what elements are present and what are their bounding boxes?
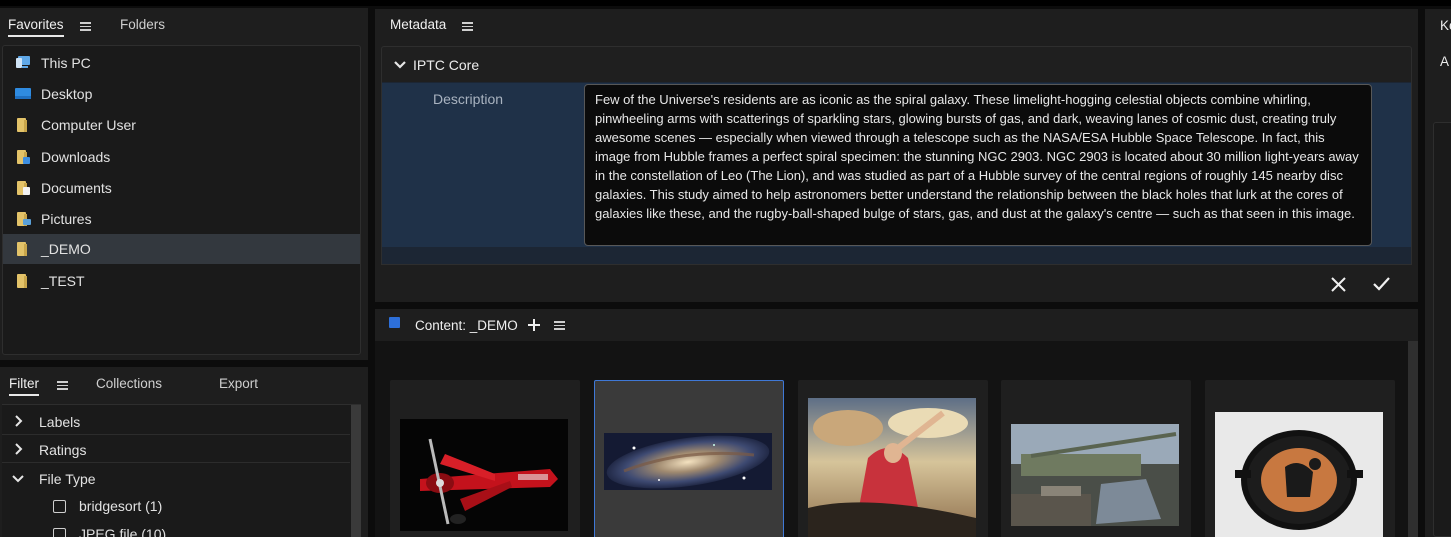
painting-image — [808, 398, 976, 537]
downloads-folder-icon — [15, 149, 31, 164]
chevron-right-icon — [15, 415, 23, 427]
favorite-item-computer-user[interactable]: Computer User — [3, 110, 360, 140]
filter-checkbox-jpeg[interactable] — [53, 528, 66, 537]
description-label: Description — [433, 91, 504, 107]
filter-scrollbar[interactable] — [351, 405, 361, 537]
tab-collections[interactable]: Collections — [96, 376, 162, 391]
favorite-item-desktop[interactable]: Desktop — [3, 79, 360, 109]
thumbnail-airplane[interactable] — [390, 380, 580, 537]
filter-group-label: Ratings — [39, 442, 87, 458]
filter-group-ratings[interactable]: Ratings — [2, 435, 350, 463]
content-scrollbar[interactable] — [1408, 341, 1418, 537]
thumbnail-scrapyard[interactable] — [1001, 380, 1191, 537]
favorite-item-label: This PC — [41, 55, 91, 71]
right-panel-row-label: A — [1440, 54, 1450, 69]
content-color-swatch — [389, 317, 400, 328]
filter-group-labels[interactable]: Labels — [2, 407, 350, 435]
favorite-item-documents[interactable]: Documents — [3, 173, 360, 203]
favorite-item-downloads[interactable]: Downloads — [3, 142, 360, 172]
filter-checkbox-bridgesort[interactable] — [53, 500, 66, 513]
content-title: Content: _DEMO — [415, 318, 518, 333]
favorite-item-label: Downloads — [41, 149, 111, 165]
pictures-folder-icon — [15, 211, 31, 226]
section-title: IPTC Core — [413, 57, 480, 73]
right-panel-inner-box — [1433, 122, 1451, 537]
documents-folder-icon — [15, 180, 31, 195]
filter-option-label: JPEG file (10) — [79, 526, 167, 537]
favorite-item-demo[interactable]: _DEMO — [3, 234, 360, 264]
add-icon[interactable] — [528, 319, 540, 331]
favorite-item-label: _TEST — [41, 273, 85, 289]
favorite-item-test[interactable]: _TEST — [3, 266, 360, 296]
pottery-image — [1215, 412, 1383, 537]
chevron-down-icon — [12, 475, 24, 483]
description-field[interactable]: Few of the Universe's residents are as i… — [584, 84, 1372, 246]
tab-export[interactable]: Export — [219, 376, 258, 391]
filter-list: Labels Ratings File Type bridgesort (1) … — [2, 404, 361, 537]
right-panel-tab-label[interactable]: Ke — [1440, 18, 1451, 33]
favorite-item-label: Desktop — [41, 86, 93, 102]
favorite-item-pictures[interactable]: Pictures — [3, 204, 360, 234]
favorite-item-label: Pictures — [41, 211, 92, 227]
thumbnail-painting[interactable] — [798, 380, 988, 537]
favorites-menu-icon[interactable] — [80, 21, 91, 31]
chevron-down-icon — [394, 61, 406, 69]
filter-menu-icon[interactable] — [57, 380, 68, 390]
chevron-right-icon — [15, 443, 23, 455]
filter-group-label: File Type — [39, 471, 96, 487]
folder-icon — [15, 241, 31, 256]
tab-filter-label: Filter — [9, 376, 39, 391]
airplane-image — [400, 419, 568, 531]
tab-folders[interactable]: Folders — [120, 17, 165, 32]
tab-collections-label: Collections — [96, 376, 163, 391]
content-menu-icon[interactable] — [554, 320, 565, 330]
tab-filter[interactable]: Filter — [9, 376, 39, 396]
thumbnail-pottery[interactable] — [1205, 380, 1395, 537]
favorite-item-label: Computer User — [41, 117, 136, 133]
cancel-icon[interactable] — [1331, 277, 1346, 292]
tab-metadata-label: Metadata — [390, 17, 447, 32]
tab-favorites-label: Favorites — [8, 17, 64, 32]
favorites-list: This PC Desktop Computer User Downloads … — [2, 45, 361, 355]
desktop-icon — [15, 86, 31, 101]
tab-folders-label: Folders — [120, 17, 166, 32]
window-top-strip — [0, 0, 1451, 6]
folder-icon — [15, 273, 31, 288]
filter-group-file-type[interactable]: File Type — [2, 464, 350, 492]
iptc-core-section-header[interactable]: IPTC Core — [381, 46, 1412, 82]
content-panel-header: Content: _DEMO — [375, 309, 1418, 341]
tab-metadata[interactable]: Metadata — [390, 17, 446, 32]
filter-option-label: bridgesort (1) — [79, 498, 163, 514]
tab-favorites[interactable]: Favorites — [8, 17, 64, 37]
apply-checkmark-icon[interactable] — [1373, 277, 1390, 291]
favorite-item-label: _DEMO — [41, 241, 91, 257]
right-panel: Ke A — [1425, 9, 1451, 537]
galaxy-image — [604, 433, 772, 490]
folder-icon — [15, 117, 31, 132]
thumbnail-galaxy[interactable] — [594, 380, 784, 537]
scrapyard-image — [1011, 424, 1179, 526]
tab-export-label: Export — [219, 376, 259, 391]
computer-icon — [15, 55, 31, 70]
favorite-item-this-pc[interactable]: This PC — [3, 48, 360, 78]
metadata-menu-icon[interactable] — [462, 21, 473, 31]
favorite-item-label: Documents — [41, 180, 112, 196]
filter-group-label: Labels — [39, 414, 81, 430]
